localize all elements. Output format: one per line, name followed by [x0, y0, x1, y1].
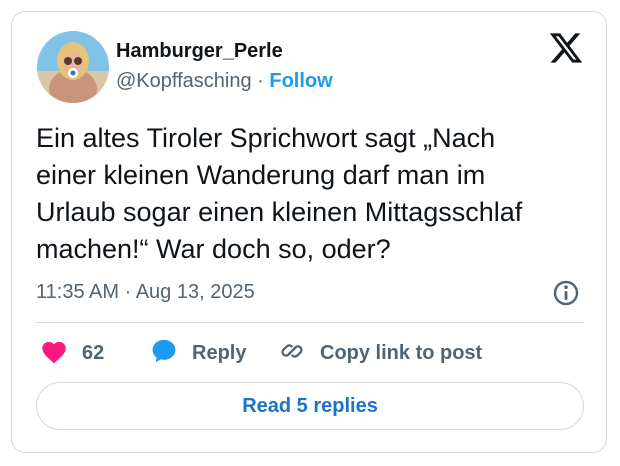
- follow-button[interactable]: Follow: [269, 70, 332, 92]
- link-icon: [278, 337, 306, 370]
- divider: [36, 322, 584, 323]
- tweet-date: Aug 13, 2025: [135, 281, 255, 303]
- reply-button[interactable]: Reply: [150, 338, 246, 368]
- like-count: 62: [82, 341, 105, 364]
- tweet-time: 11:35 AM: [36, 281, 120, 303]
- author-handle[interactable]: @Kopffasching: [116, 70, 252, 92]
- reply-label: Reply: [192, 341, 247, 364]
- date-separator: ·: [124, 281, 132, 303]
- handle-separator: ·: [257, 70, 264, 92]
- reply-bubble-icon: [150, 337, 178, 370]
- like-button[interactable]: 62: [40, 338, 104, 368]
- read-replies-button[interactable]: Read 5 replies: [36, 382, 584, 430]
- tweet-timestamp[interactable]: 11:35 AM · Aug 13, 2025: [36, 281, 255, 304]
- author-handle-line: @Kopffasching · Follow: [116, 70, 333, 93]
- x-logo-icon[interactable]: [548, 30, 584, 66]
- post-card: Hamburger_Perle @Kopffasching · Follow E…: [11, 11, 607, 453]
- heart-icon: [40, 338, 68, 369]
- author-display-name[interactable]: Hamburger_Perle: [116, 40, 283, 63]
- copy-link-label: Copy link to post: [320, 341, 483, 364]
- copy-link-button[interactable]: Copy link to post: [278, 338, 482, 368]
- tweet-text: Ein altes Tiroler Sprichwort sagt „Nach …: [36, 123, 523, 264]
- info-icon[interactable]: [552, 279, 580, 307]
- avatar[interactable]: [37, 31, 109, 103]
